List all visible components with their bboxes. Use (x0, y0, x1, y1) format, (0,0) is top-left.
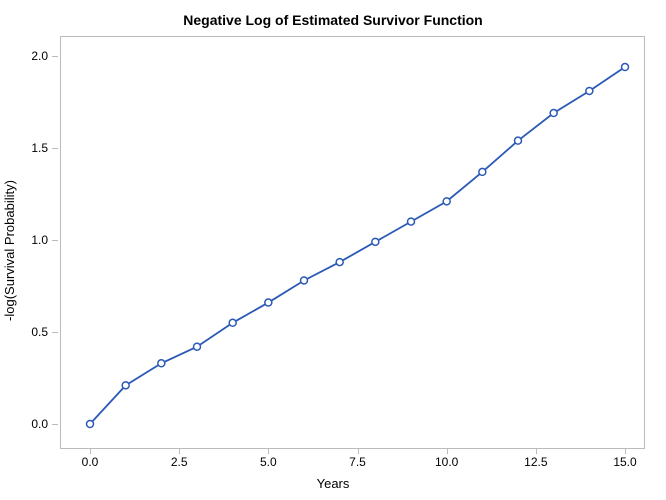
y-tick-label: 1.0 (0, 233, 48, 247)
data-point (479, 168, 486, 175)
data-point (372, 238, 379, 245)
x-tick (90, 448, 91, 454)
y-tick (52, 56, 58, 57)
data-point (87, 421, 94, 428)
x-tick (447, 448, 448, 454)
data-point (194, 343, 201, 350)
x-axis-title: Years (0, 476, 666, 491)
x-tick (536, 448, 537, 454)
x-tick (625, 448, 626, 454)
y-tick (52, 148, 58, 149)
x-tick (358, 448, 359, 454)
x-tick-label: 5.0 (248, 455, 288, 469)
plot-area (60, 36, 645, 449)
series-line (90, 67, 625, 424)
chart-title: Negative Log of Estimated Survivor Funct… (0, 12, 666, 28)
x-tick-label: 15.0 (605, 455, 645, 469)
data-point (443, 198, 450, 205)
y-tick-label: 0.0 (0, 417, 48, 431)
x-tick-label: 2.5 (159, 455, 199, 469)
data-point (586, 87, 593, 94)
data-point (515, 137, 522, 144)
data-point (265, 299, 272, 306)
y-tick-label: 1.5 (0, 141, 48, 155)
x-tick-label: 10.0 (427, 455, 467, 469)
x-tick-label: 7.5 (338, 455, 378, 469)
x-tick (179, 448, 180, 454)
y-tick-label: 0.5 (0, 325, 48, 339)
data-point (408, 218, 415, 225)
data-point (301, 277, 308, 284)
data-point (122, 382, 129, 389)
data-point (550, 110, 557, 117)
x-tick (268, 448, 269, 454)
data-point (229, 319, 236, 326)
y-tick-label: 2.0 (0, 49, 48, 63)
x-tick-label: 12.5 (516, 455, 556, 469)
chart-container: Negative Log of Estimated Survivor Funct… (0, 0, 666, 500)
data-point (158, 360, 165, 367)
data-series (87, 64, 629, 428)
y-tick (52, 424, 58, 425)
data-point (622, 64, 629, 71)
x-tick-label: 0.0 (70, 455, 110, 469)
data-point (336, 259, 343, 266)
y-tick (52, 240, 58, 241)
y-tick (52, 332, 58, 333)
